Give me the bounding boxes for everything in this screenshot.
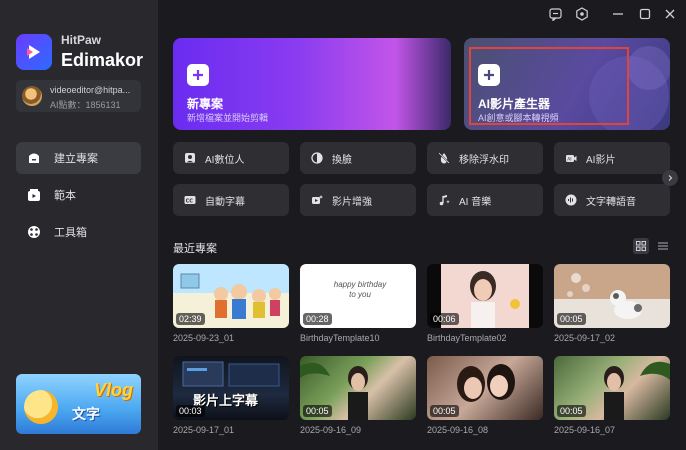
face-swap-icon <box>310 151 324 165</box>
tool-label: 影片增強 <box>332 196 372 208</box>
duration-badge: 00:05 <box>430 405 459 417</box>
user-email: videoeditor@hitpa... <box>50 85 131 95</box>
project-thumbnail[interactable]: 影片上字幕 00:03 <box>173 356 289 420</box>
tool-label: AI影片 <box>586 154 616 166</box>
tool-label: 換臉 <box>332 154 352 166</box>
sidebar-item-toolbox[interactable]: 工具箱 <box>16 216 141 248</box>
tool-label: AI數位人 <box>205 154 245 166</box>
promo-subtitle: 文字 <box>72 406 100 422</box>
tts-icon <box>564 193 578 207</box>
caption-icon: CC <box>183 193 197 207</box>
recent-projects-title: 最近專案 <box>173 243 217 255</box>
grid-view-icon[interactable] <box>633 238 649 254</box>
project-thumbnail[interactable]: 00:05 <box>427 356 543 420</box>
tool-ai-music[interactable]: AI 音樂 <box>427 184 543 216</box>
maximize-icon[interactable] <box>637 6 653 22</box>
tool-label: 移除浮水印 <box>459 154 509 166</box>
project-name: 2025-09-23_01 <box>173 333 235 343</box>
duck-illustration <box>24 390 58 424</box>
sidebar-item-create-project[interactable]: 建立專案 <box>16 142 141 174</box>
project-thumbnail[interactable]: 00:05 <box>554 356 670 420</box>
chevron-right-icon[interactable] <box>662 170 678 186</box>
project-thumbnail[interactable]: 02:39 <box>173 264 289 328</box>
tool-ai-video[interactable]: AI AI影片 <box>554 142 670 174</box>
svg-text:CC: CC <box>186 198 194 204</box>
project-name: 2025-09-16_08 <box>427 425 489 435</box>
tool-text-to-speech[interactable]: 文字轉語音 <box>554 184 670 216</box>
tool-label: 自動字幕 <box>205 196 245 208</box>
duration-badge: 02:39 <box>176 313 205 325</box>
svg-text:AI: AI <box>567 157 571 163</box>
thumbnail-overlay-text: happy birthday to you <box>333 280 387 299</box>
duration-badge: 00:28 <box>303 313 332 325</box>
create-project-icon <box>26 150 42 166</box>
music-icon <box>437 193 451 207</box>
promo-title: Vlog <box>94 380 133 400</box>
tool-face-swap[interactable]: 換臉 <box>300 142 416 174</box>
project-thumbnail[interactable]: happy birthday to you 00:28 <box>300 264 416 328</box>
highlight-box <box>469 47 629 125</box>
project-thumbnail[interactable]: 00:05 <box>554 264 670 328</box>
sidebar-item-template[interactable]: 範本 <box>16 179 141 211</box>
close-icon[interactable] <box>662 6 678 22</box>
brand-name-line2: Edimakor <box>61 50 144 70</box>
tool-label: AI 音樂 <box>459 196 492 208</box>
duration-badge: 00:06 <box>430 313 459 325</box>
sidebar-item-label: 範本 <box>54 190 76 202</box>
tool-ai-avatar[interactable]: AI數位人 <box>173 142 289 174</box>
duration-badge: 00:05 <box>557 313 586 325</box>
tool-watermark-remove[interactable]: 移除浮水印 <box>427 142 543 174</box>
avatar-icon <box>183 151 197 165</box>
promo-banner[interactable]: Vlog 文字 <box>16 374 141 434</box>
tool-label: 文字轉語音 <box>586 196 636 208</box>
toolbox-icon <box>26 224 42 240</box>
project-thumbnail[interactable]: 00:05 <box>300 356 416 420</box>
project-name: 2025-09-16_09 <box>300 425 362 435</box>
project-name: 2025-09-17_01 <box>173 425 235 435</box>
project-name: BirthdayTemplate10 <box>300 333 380 343</box>
plus-icon <box>187 64 209 86</box>
project-name: 2025-09-17_02 <box>554 333 616 343</box>
duration-badge: 00:03 <box>176 405 205 417</box>
project-name: 2025-09-16_07 <box>554 425 616 435</box>
project-name: BirthdayTemplate02 <box>427 333 507 343</box>
duration-badge: 00:05 <box>557 405 586 417</box>
new-project-title: 新專案 <box>187 97 224 111</box>
tool-video-enhance[interactable]: 影片增強 <box>300 184 416 216</box>
minimize-icon[interactable] <box>610 6 626 22</box>
app-logo-icon <box>16 34 52 70</box>
duration-badge: 00:05 <box>303 405 332 417</box>
feedback-icon[interactable] <box>547 6 563 22</box>
sidebar-item-label: 建立專案 <box>54 153 98 165</box>
new-project-card[interactable]: 新專案 新增檔案並開始剪輯 <box>173 38 451 130</box>
enhance-icon <box>310 193 324 207</box>
sidebar: HitPaw Edimakor videoeditor@hitpa... AI點… <box>0 0 158 450</box>
sidebar-item-label: 工具箱 <box>54 227 87 239</box>
list-view-icon[interactable] <box>655 238 671 254</box>
ai-points: AI點數：1856131 <box>50 100 121 110</box>
project-thumbnail[interactable]: 00:06 <box>427 264 543 328</box>
template-icon <box>26 187 42 203</box>
watermark-remove-icon <box>437 151 451 165</box>
avatar <box>22 86 42 106</box>
brand-name-line1: HitPaw <box>61 33 102 47</box>
tool-auto-caption[interactable]: CC 自動字幕 <box>173 184 289 216</box>
user-account-card[interactable]: videoeditor@hitpa... AI點數：1856131 <box>16 80 141 112</box>
new-project-subtitle: 新增檔案並開始剪輯 <box>187 113 269 123</box>
ai-video-icon: AI <box>564 151 578 165</box>
settings-icon[interactable] <box>574 6 590 22</box>
